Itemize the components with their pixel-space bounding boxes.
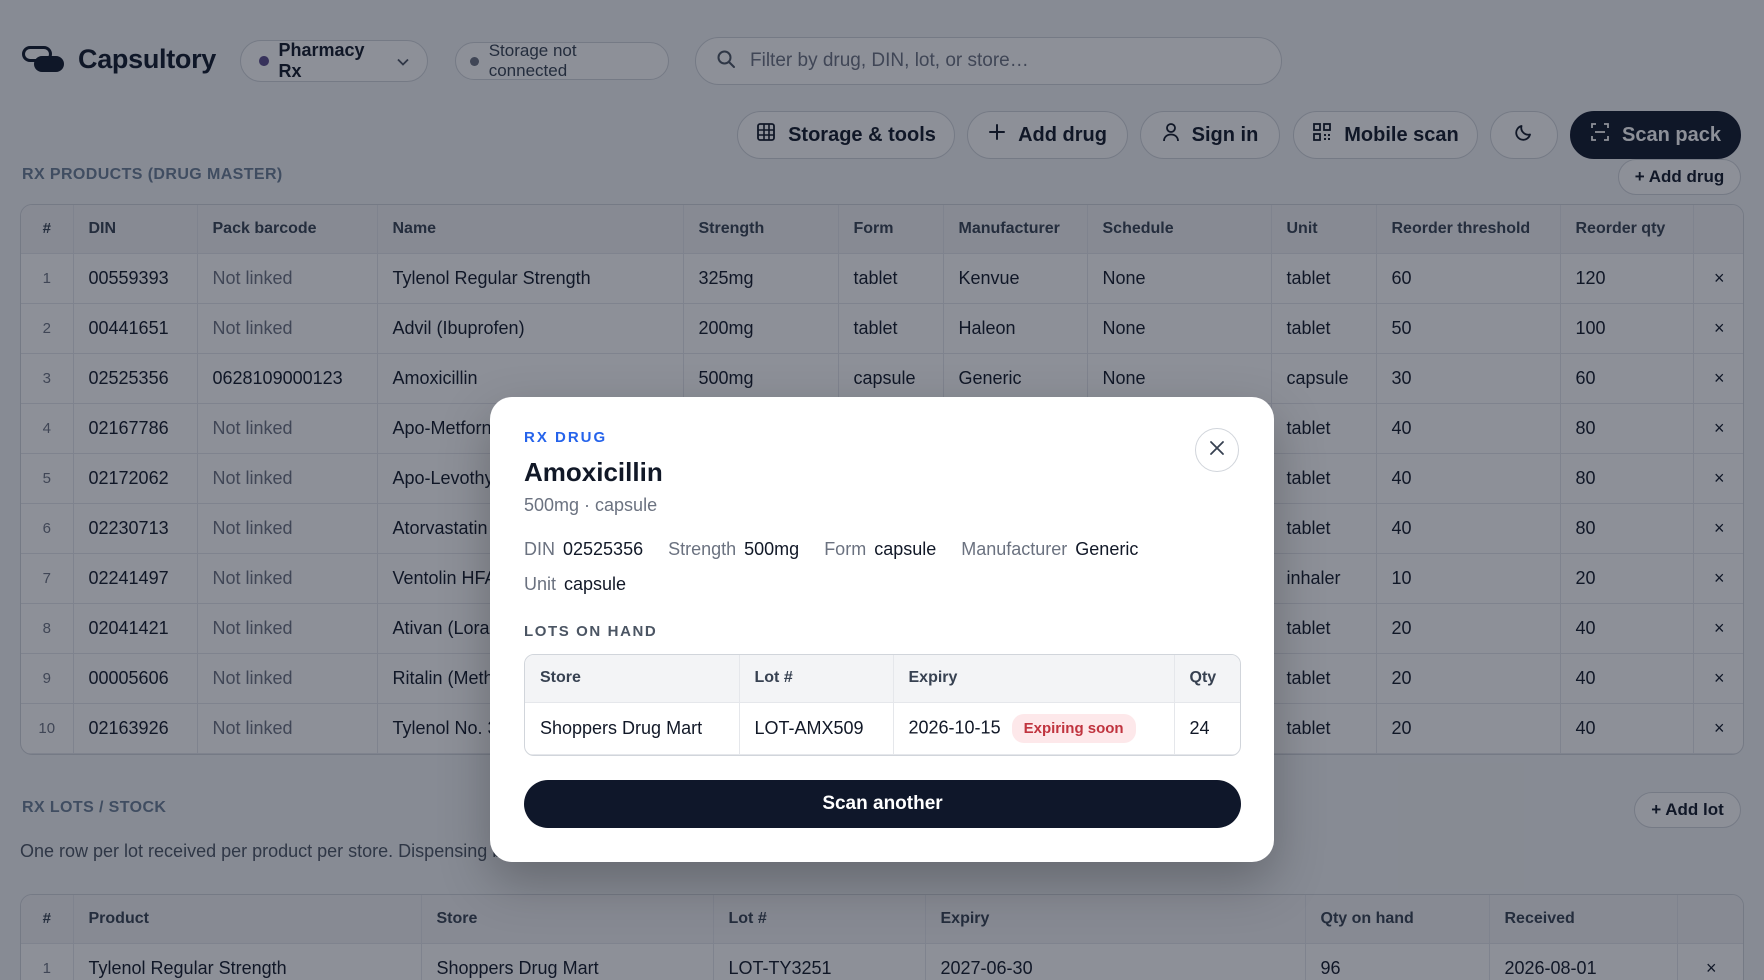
field-value: Generic (1075, 539, 1139, 559)
close-icon (1209, 440, 1225, 461)
field-form: Form capsule (824, 539, 936, 560)
cell-lot: LOT-AMX509 (739, 702, 894, 755)
expiry-date: 2026-10-15 (908, 716, 1001, 737)
field-label: DIN (524, 539, 555, 559)
drug-fields: DIN 02525356 Strength 500mg Form capsule… (524, 539, 1244, 595)
field-label: Manufacturer (961, 539, 1068, 559)
close-button[interactable] (1195, 428, 1239, 472)
field-label: Unit (524, 574, 557, 594)
modal-eyebrow: RX DRUG (524, 429, 608, 446)
field-strength: Strength 500mg (668, 539, 799, 560)
col-store: Store (525, 655, 740, 703)
table-row: Shoppers Drug Mart LOT-AMX509 2026-10-15… (525, 702, 1240, 755)
field-value: 500mg (744, 539, 800, 559)
app-root: Capsultory Pharmacy Rx Storage not conne… (0, 0, 1764, 980)
lots-on-hand-table: Store Lot # Expiry Qty Shoppers Drug Mar… (524, 654, 1241, 756)
field-label: Strength (668, 539, 737, 559)
field-unit: Unit capsule (524, 574, 1244, 595)
cell-qty: 24 (1174, 702, 1240, 755)
col-qty: Qty (1174, 655, 1240, 703)
field-manufacturer: Manufacturer Generic (961, 539, 1138, 560)
lots-on-hand-header: Store Lot # Expiry Qty (525, 655, 1240, 703)
lots-on-hand-title: LOTS ON HAND (524, 623, 658, 640)
field-din: DIN 02525356 (524, 539, 643, 560)
scan-another-button[interactable]: Scan another (524, 780, 1241, 828)
col-expiry: Expiry (893, 655, 1175, 703)
modal-title: Amoxicillin (524, 457, 663, 487)
field-value: capsule (874, 539, 937, 559)
col-lot: Lot # (739, 655, 894, 703)
drug-detail-modal: RX DRUG Amoxicillin 500mg · capsule DIN … (490, 397, 1274, 862)
cell-store: Shoppers Drug Mart (525, 702, 740, 755)
modal-subtitle: 500mg · capsule (524, 495, 658, 515)
field-value: 02525356 (563, 539, 644, 559)
expiring-soon-badge: Expiring soon (1011, 713, 1136, 743)
field-label: Form (824, 539, 867, 559)
field-value: capsule (564, 574, 627, 594)
cell-expiry: 2026-10-15 Expiring soon (893, 702, 1175, 755)
